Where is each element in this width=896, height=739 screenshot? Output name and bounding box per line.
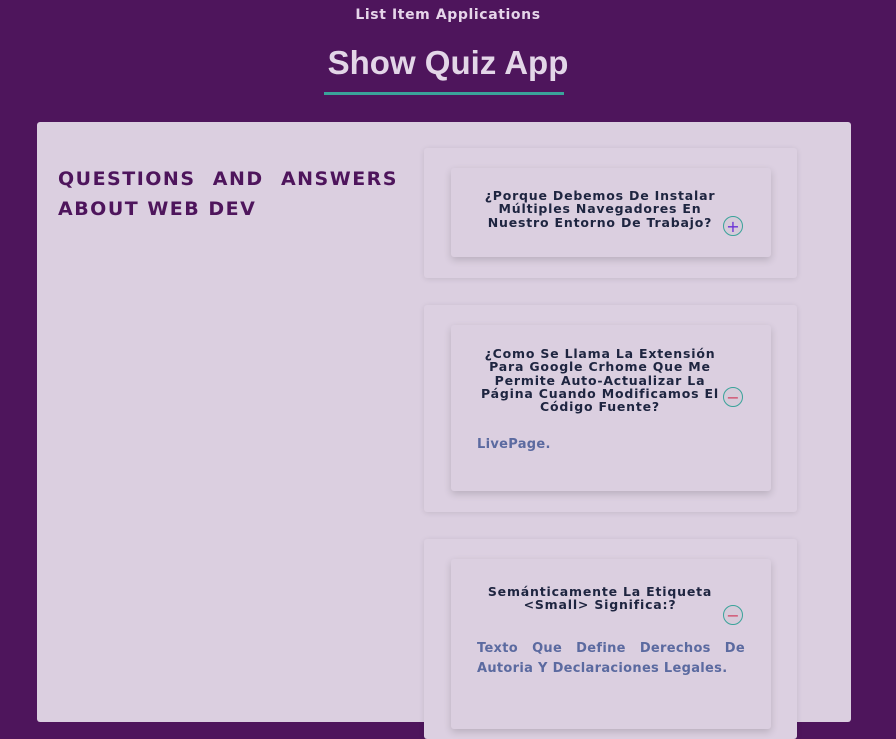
question-text: ¿Como Se Llama La Extensión Para Google … <box>481 346 719 415</box>
answer-text: Texto Que Define Derechos De Autoria Y D… <box>477 641 745 676</box>
question-card: ¿Como Se Llama La Extensión Para Google … <box>424 305 797 512</box>
question-card: Semánticamente La Etiqueta <Small> Signi… <box>424 539 797 739</box>
expand-toggle-button[interactable]: + <box>723 216 743 236</box>
question-text: Semánticamente La Etiqueta <Small> Signi… <box>487 584 713 613</box>
question-panel: ¿Porque Debemos De Instalar Múltiples Na… <box>451 168 771 257</box>
question-panel: Semánticamente La Etiqueta <Small> Signi… <box>451 559 771 729</box>
answer-text: LivePage. <box>477 437 551 452</box>
app-subtitle: List Item Applications <box>355 7 541 23</box>
title-underline <box>324 92 564 95</box>
page-title: Show Quiz App <box>327 44 569 81</box>
question-text: ¿Porque Debemos De Instalar Múltiples Na… <box>484 188 716 230</box>
section-heading: QUESTIONS AND ANSWERS ABOUT WEB DEV <box>58 168 398 220</box>
collapse-toggle-button[interactable]: − <box>723 387 743 407</box>
quiz-container: QUESTIONS AND ANSWERS ABOUT WEB DEV ¿Por… <box>37 122 851 739</box>
collapse-toggle-button[interactable]: − <box>723 605 743 625</box>
question-panel: ¿Como Se Llama La Extensión Para Google … <box>451 325 771 491</box>
question-card: ¿Porque Debemos De Instalar Múltiples Na… <box>424 148 797 278</box>
